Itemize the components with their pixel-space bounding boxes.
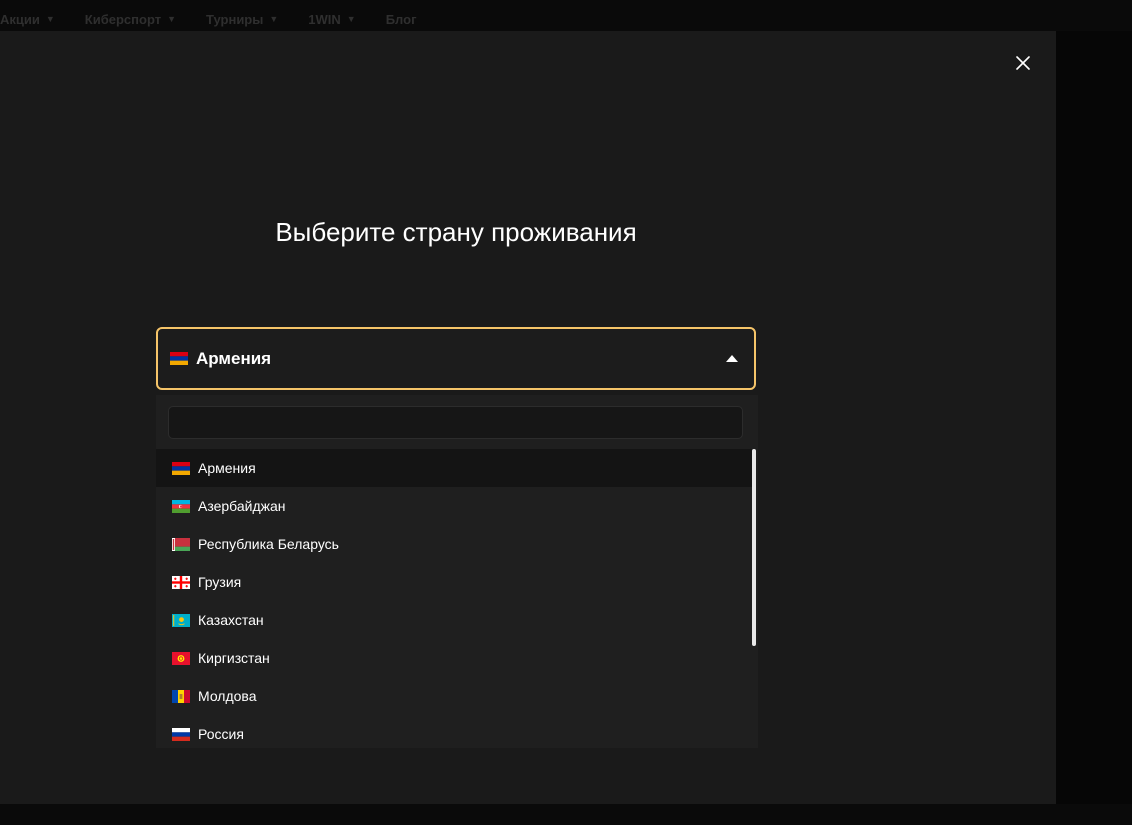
close-icon	[1016, 56, 1030, 70]
country-option-russia[interactable]: Россия	[156, 715, 752, 748]
country-list: Армения Азербайджан Республика Беларусь …	[156, 449, 752, 748]
country-option-label: Грузия	[198, 574, 242, 590]
backdrop-strip	[1056, 31, 1132, 804]
chevron-down-icon: ▼	[269, 14, 279, 24]
chevron-down-icon: ▼	[45, 14, 55, 24]
nav-item-tournaments: Турниры ▼	[206, 12, 278, 27]
modal-title: Выберите страну проживания	[275, 217, 637, 247]
nav-item-brand: 1WIN ▼	[308, 12, 355, 27]
country-option-georgia[interactable]: Грузия	[156, 563, 752, 601]
country-option-label: Россия	[198, 726, 244, 742]
kyrgyzstan-flag-icon	[172, 651, 190, 665]
country-option-label: Казахстан	[198, 612, 264, 628]
russia-flag-icon	[172, 727, 190, 741]
country-option-belarus[interactable]: Республика Беларусь	[156, 525, 752, 563]
country-option-label: Молдова	[198, 688, 257, 704]
nav-item-promotions: Акции ▼	[0, 12, 55, 27]
armenia-flag-icon	[172, 461, 190, 475]
country-option-label: Республика Беларусь	[198, 536, 339, 552]
chevron-down-icon: ▼	[167, 14, 177, 24]
kazakhstan-flag-icon	[172, 613, 190, 627]
caret-up-icon	[726, 355, 738, 362]
selected-country-label: Армения	[196, 348, 272, 368]
country-option-moldova[interactable]: Молдова	[156, 677, 752, 715]
belarus-flag-icon	[172, 537, 190, 551]
country-option-armenia[interactable]: Армения	[156, 449, 752, 487]
nav-item-label: 1WIN	[308, 11, 341, 27]
nav-item-label: Киберспорт	[84, 11, 162, 27]
country-option-azerbaijan[interactable]: Азербайджан	[156, 487, 752, 525]
nav-item-blog: Блог	[386, 12, 417, 27]
country-select[interactable]: Армения	[156, 327, 756, 390]
georgia-flag-icon	[172, 575, 190, 589]
country-option-kazakhstan[interactable]: Казахстан	[156, 601, 752, 639]
nav-item-esports: Киберспорт ▼	[85, 12, 176, 27]
close-button[interactable]	[1012, 52, 1034, 74]
country-option-label: Киргизстан	[198, 650, 270, 666]
azerbaijan-flag-icon	[172, 499, 190, 513]
country-dropdown: Армения Азербайджан Республика Беларусь …	[156, 395, 758, 748]
armenia-flag-icon	[170, 352, 188, 365]
country-option-label: Армения	[198, 460, 256, 476]
country-option-kyrgyzstan[interactable]: Киргизстан	[156, 639, 752, 677]
dropdown-scrollbar[interactable]	[752, 449, 756, 646]
moldova-flag-icon	[172, 689, 190, 703]
country-option-label: Азербайджан	[198, 498, 286, 514]
nav-item-label: Акции	[0, 11, 40, 27]
chevron-down-icon: ▼	[346, 14, 356, 24]
nav-item-label: Блог	[385, 11, 417, 27]
nav-item-label: Турниры	[206, 11, 264, 27]
country-search-input[interactable]	[168, 406, 743, 439]
